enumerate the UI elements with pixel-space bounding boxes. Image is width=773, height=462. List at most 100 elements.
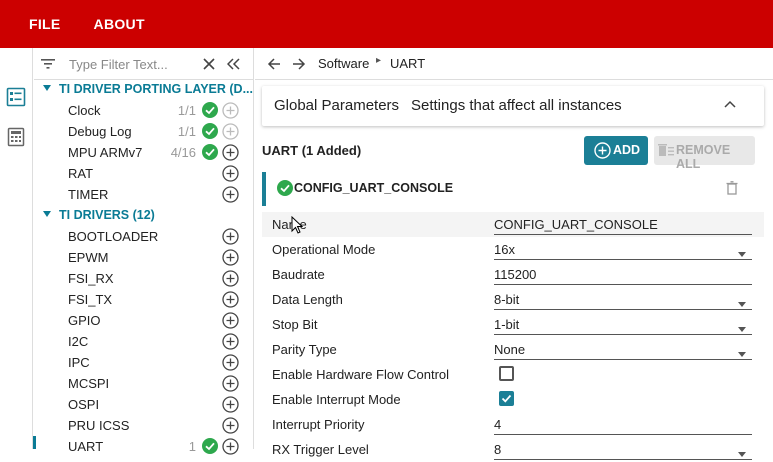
module-title: UART (1 Added) [262, 143, 362, 158]
dropdown-arrow-icon [738, 352, 746, 357]
prop-interrupt-priority: Interrupt Priority 4 [262, 412, 764, 437]
prop-operational-mode: Operational Mode 16x [262, 237, 764, 262]
tree-item-ospi[interactable]: OSPI [34, 394, 254, 415]
breadcrumb: Software ▸ UART [255, 48, 773, 80]
main-panel: Software ▸ UART Global Parameters Settin… [255, 48, 773, 460]
back-arrow-icon[interactable] [267, 57, 281, 71]
selected-item-indicator [33, 436, 36, 449]
add-instance-icon[interactable] [222, 354, 239, 371]
tree-item-label: FSI_RX [68, 271, 114, 286]
hw-flow-control-checkbox[interactable] [499, 366, 514, 381]
stop-bit-select[interactable]: 1-bit [494, 317, 752, 335]
filter-icon [41, 59, 55, 69]
tree-item-label: MCSPI [68, 376, 110, 391]
interrupt-priority-field[interactable]: 4 [494, 417, 752, 435]
dropdown-arrow-icon [738, 252, 746, 257]
parity-type-select[interactable]: None [494, 342, 752, 360]
global-parameters-panel[interactable]: Global Parameters Settings that affect a… [262, 86, 764, 126]
tree-item-pru-icss[interactable]: PRU ICSS [34, 415, 254, 436]
add-instance-icon[interactable] [222, 312, 239, 329]
tree-item-label: TIMER [68, 187, 109, 202]
tree-item-mpu-armv7[interactable]: MPU ARMv7 4/16 [34, 142, 254, 163]
select-value: 1-bit [494, 317, 520, 332]
add-instance-icon[interactable] [222, 291, 239, 308]
remove-all-label: REMOVE ALL [676, 143, 731, 171]
operational-mode-select[interactable]: 16x [494, 242, 752, 260]
tree-item-bootloader[interactable]: BOOTLOADER [34, 226, 254, 247]
tree-item-fsi-tx[interactable]: FSI_TX [34, 289, 254, 310]
rx-trigger-level-select[interactable]: 8 [494, 442, 752, 460]
tree-item-fsi-rx[interactable]: FSI_RX [34, 268, 254, 289]
tree-item-debug-log[interactable]: Debug Log 1/1 [34, 121, 254, 142]
trash-icon[interactable] [726, 181, 738, 195]
tree-item-uart[interactable]: UART 1 [34, 436, 254, 457]
expand-caret-icon[interactable] [43, 85, 51, 91]
tree-item-label: RAT [68, 166, 94, 181]
data-length-select[interactable]: 8-bit [494, 292, 752, 310]
tree-item-label: BOOTLOADER [68, 229, 159, 244]
filter-input[interactable]: Type Filter Text... [69, 57, 168, 72]
dropdown-arrow-icon [738, 302, 746, 307]
tree-item-label: MPU ARMv7 [68, 145, 143, 160]
add-instance-icon[interactable] [222, 417, 239, 434]
select-value: 16x [494, 242, 515, 257]
instance-name: CONFIG_UART_CONSOLE [294, 181, 454, 195]
instance-header[interactable]: CONFIG_UART_CONSOLE [262, 172, 764, 206]
chevron-up-icon[interactable] [724, 100, 736, 108]
add-instance-icon[interactable] [222, 228, 239, 245]
instance-count: 1/1 [177, 124, 196, 139]
category-driver-porting-layer[interactable]: TI DRIVER PORTING LAYER (D... [34, 79, 254, 100]
tree-item-mcspi[interactable]: MCSPI [34, 373, 254, 394]
add-instance-icon[interactable] [222, 270, 239, 287]
prop-label: Interrupt Priority [272, 417, 365, 432]
tree-item-gpio[interactable]: GPIO [34, 310, 254, 331]
about-menu[interactable]: ABOUT [94, 16, 145, 32]
breadcrumb-software[interactable]: Software [318, 56, 369, 71]
tree-item-label: EPWM [68, 250, 109, 265]
add-instance-icon[interactable] [222, 396, 239, 413]
add-button[interactable]: ADD [584, 136, 648, 165]
dropdown-arrow-icon [738, 452, 746, 457]
forward-arrow-icon[interactable] [292, 57, 306, 71]
tree-item-i2c[interactable]: I2C [34, 331, 254, 352]
remove-all-icon [658, 144, 674, 156]
name-field[interactable]: CONFIG_UART_CONSOLE [494, 217, 752, 235]
tree-item-label: I2C [68, 334, 89, 349]
add-instance-icon[interactable] [222, 249, 239, 266]
prop-label: Parity Type [272, 342, 337, 357]
expand-caret-icon[interactable] [43, 211, 51, 217]
prop-stop-bit: Stop Bit 1-bit [262, 312, 764, 337]
tree-item-label: UART [68, 439, 104, 454]
interrupt-mode-checkbox[interactable] [499, 391, 514, 406]
category-ti-drivers[interactable]: TI DRIVERS (12) [34, 205, 254, 226]
prop-label: Operational Mode [272, 242, 376, 257]
prop-label: Enable Interrupt Mode [272, 392, 401, 407]
prop-label: Baudrate [272, 267, 325, 282]
instance-count: 1/1 [177, 103, 196, 118]
clear-filter-icon[interactable] [203, 58, 215, 70]
tree-item-epwm[interactable]: EPWM [34, 247, 254, 268]
left-rail [0, 48, 33, 449]
select-value: 8-bit [494, 292, 520, 307]
calculator-view-icon[interactable] [6, 127, 26, 147]
tree-item-rat[interactable]: RAT [34, 163, 254, 184]
add-instance-icon[interactable] [222, 438, 239, 455]
filter-bar: Type Filter Text... [34, 48, 254, 80]
add-instance-icon[interactable] [222, 375, 239, 392]
add-instance-icon[interactable] [222, 333, 239, 350]
tree-item-ipc[interactable]: IPC [34, 352, 254, 373]
check-circle-icon [277, 180, 293, 196]
software-view-icon[interactable] [6, 87, 26, 107]
add-instance-icon[interactable] [222, 186, 239, 203]
mouse-cursor-icon [291, 216, 303, 234]
collapse-panel-icon[interactable] [227, 58, 241, 70]
tree-item-timer[interactable]: TIMER [34, 184, 254, 205]
add-instance-icon[interactable] [222, 165, 239, 182]
file-menu[interactable]: FILE [29, 16, 61, 32]
add-instance-icon[interactable] [222, 144, 239, 161]
baudrate-field[interactable]: 115200 [494, 267, 752, 285]
add-instance-icon [222, 102, 239, 119]
remove-all-button: REMOVE ALL [654, 136, 755, 171]
tree-item-clock[interactable]: Clock 1/1 [34, 100, 254, 121]
prop-data-length: Data Length 8-bit [262, 287, 764, 312]
